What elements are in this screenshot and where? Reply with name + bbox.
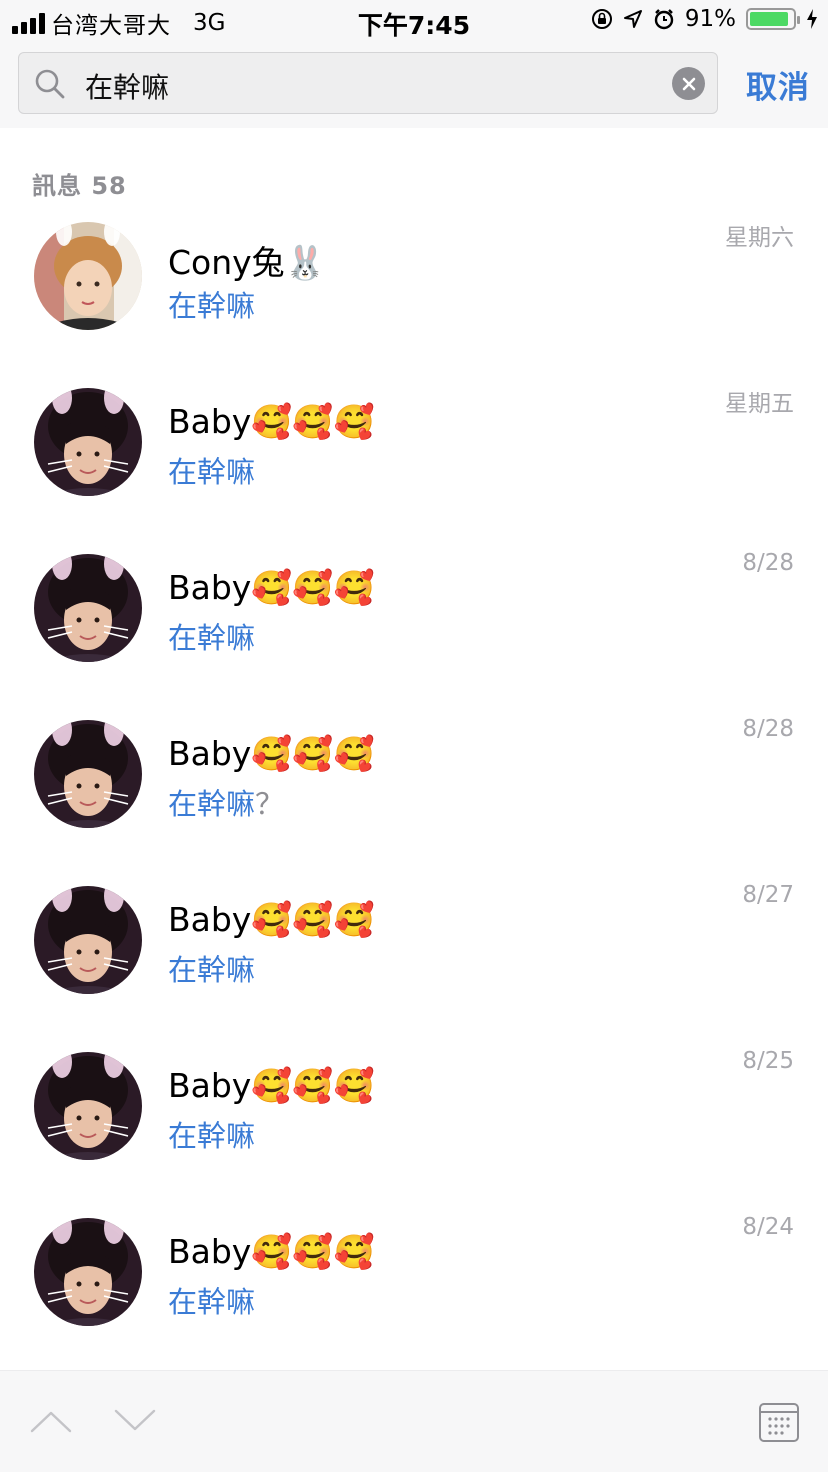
chat-result-row[interactable]: Baby🥰🥰🥰 在幹嘛 8/27 — [0, 860, 828, 1026]
battery-percent: 91% — [684, 6, 736, 32]
message-date: 星期六 — [725, 225, 794, 251]
message-match: 在幹嘛 — [168, 621, 256, 655]
chat-result-row[interactable]: Baby🥰🥰🥰 在幹嘛？ 8/28 — [0, 694, 828, 860]
avatar — [34, 720, 142, 828]
message-preview: 在幹嘛？ — [168, 781, 284, 823]
avatar — [34, 388, 142, 496]
orientation-lock-icon — [591, 9, 612, 29]
contact-name: Baby🥰🥰🥰 — [168, 734, 375, 773]
message-preview: 在幹嘛 — [168, 615, 255, 657]
search-bar: 在幹嘛 取消 — [0, 40, 828, 128]
status-bar: 台湾大哥大 3G 下午7:45 91% — [0, 0, 828, 40]
message-preview: 在幹嘛 — [168, 283, 255, 325]
message-match: 在幹嘛 — [168, 1285, 256, 1319]
message-match: 在幹嘛 — [168, 787, 256, 821]
chat-result-row[interactable]: Cony兔🐰 在幹嘛 星期六 — [0, 196, 828, 362]
avatar — [34, 222, 142, 330]
chevron-up-icon[interactable] — [30, 1409, 72, 1433]
message-date: 8/27 — [742, 882, 794, 908]
battery-fill — [750, 12, 789, 26]
message-date: 8/24 — [742, 1214, 794, 1240]
avatar — [34, 1052, 142, 1160]
chat-result-row[interactable]: Baby🥰🥰🥰 在幹嘛 8/24 — [0, 1192, 828, 1358]
search-icon — [35, 69, 65, 99]
calendar-icon[interactable] — [758, 1401, 800, 1443]
message-match: 在幹嘛 — [168, 1119, 256, 1153]
contact-name: Cony兔🐰 — [168, 243, 326, 282]
chat-result-row[interactable]: Baby🥰🥰🥰 在幹嘛 8/25 — [0, 1026, 828, 1192]
search-query[interactable]: 在幹嘛 — [85, 66, 169, 106]
search-input[interactable]: 在幹嘛 — [18, 52, 718, 114]
avatar — [34, 554, 142, 662]
message-preview: 在幹嘛 — [168, 1279, 255, 1321]
result-list: Cony兔🐰 在幹嘛 星期六 Baby🥰🥰🥰 在幹嘛 星期五 Baby🥰🥰🥰 在幹嘛 8/28 B… — [0, 196, 828, 1358]
message-preview: 在幹嘛 — [168, 1113, 255, 1155]
chevron-down-icon[interactable] — [114, 1409, 156, 1433]
chat-result-row[interactable]: Baby🥰🥰🥰 在幹嘛 8/28 — [0, 528, 828, 694]
message-date: 8/25 — [742, 1048, 794, 1074]
contact-name: Baby🥰🥰🥰 — [168, 402, 375, 441]
message-match: 在幹嘛 — [168, 289, 256, 323]
close-icon — [682, 77, 695, 90]
message-match: 在幹嘛 — [168, 953, 256, 987]
message-match: 在幹嘛 — [168, 455, 256, 489]
contact-name: Baby🥰🥰🥰 — [168, 900, 375, 939]
message-date: 星期五 — [725, 391, 794, 417]
avatar — [34, 1218, 142, 1326]
message-preview: 在幹嘛 — [168, 947, 255, 989]
chat-result-row[interactable]: Baby🥰🥰🥰 在幹嘛 星期五 — [0, 362, 828, 528]
message-date: 8/28 — [742, 550, 794, 576]
message-rest: ？ — [255, 787, 285, 821]
battery-icon — [746, 8, 800, 30]
location-icon — [623, 10, 642, 28]
avatar — [34, 886, 142, 994]
charging-icon — [807, 9, 817, 29]
contact-name: Baby🥰🥰🥰 — [168, 1066, 375, 1105]
bottom-toolbar — [0, 1370, 828, 1472]
status-right: 91% — [591, 6, 818, 32]
clear-search-button[interactable] — [672, 67, 705, 100]
cancel-button[interactable]: 取消 — [746, 62, 810, 107]
contact-name: Baby🥰🥰🥰 — [168, 1232, 375, 1271]
message-date: 8/28 — [742, 716, 794, 742]
message-preview: 在幹嘛 — [168, 449, 255, 491]
alarm-icon — [654, 9, 674, 30]
contact-name: Baby🥰🥰🥰 — [168, 568, 375, 607]
